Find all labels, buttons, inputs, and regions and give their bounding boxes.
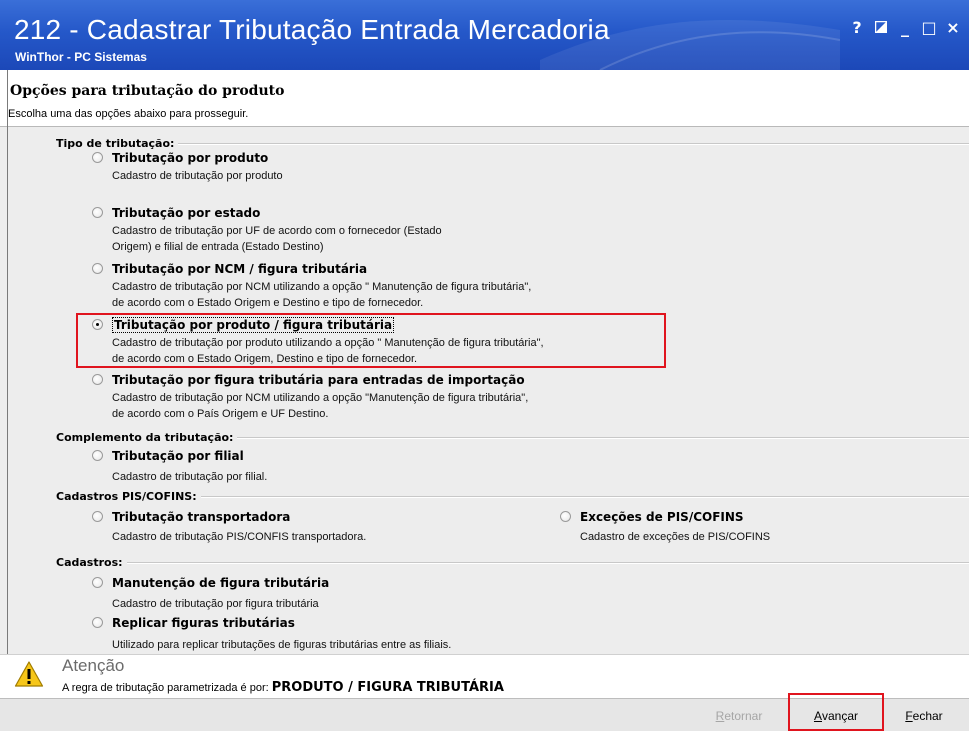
option-description: Cadastro de tributação por figura tribut… <box>112 596 319 612</box>
group-cadastros-pis-cofins: Cadastros PIS/COFINS: <box>56 490 969 503</box>
group-label: Tipo de tributação: <box>56 137 175 150</box>
desc-line: Cadastro de tributação por figura tribut… <box>112 598 319 610</box>
radio-button[interactable] <box>92 617 103 628</box>
wizard-header: Opções para tributação do produto Escolh… <box>0 70 969 127</box>
group-label: Cadastros PIS/COFINS: <box>56 490 197 503</box>
desc-line: Cadastro de tributação por produto <box>112 170 283 182</box>
radio-button[interactable] <box>92 450 103 461</box>
maximize-button[interactable]: □ <box>917 16 941 38</box>
restore-button[interactable] <box>869 16 893 38</box>
option-description: Cadastro de tributação por UF de acordo … <box>112 223 442 255</box>
desc-line: Cadastro de tributação por NCM utilizand… <box>112 392 529 404</box>
desc-line: Cadastro de tributação por filial. <box>112 471 268 483</box>
group-divider <box>178 142 969 145</box>
option-description: Utilizado para replicar tributações de f… <box>112 637 451 653</box>
group-divider <box>200 495 969 498</box>
close-button-mnemonic: F <box>905 709 913 723</box>
attention-message: A regra de tributação parametrizada é po… <box>62 682 272 694</box>
option-label[interactable]: Tributação por produto <box>112 151 268 165</box>
group-divider <box>237 436 969 439</box>
radio-button[interactable] <box>560 511 571 522</box>
left-border <box>7 70 8 731</box>
option-label[interactable]: Tributação por figura tributária para en… <box>112 373 525 387</box>
highlight-box-next-button <box>788 693 884 731</box>
group-label: Complemento da tributação: <box>56 431 234 444</box>
option-label[interactable]: Manutenção de figura tributária <box>112 576 329 590</box>
warning-icon <box>14 661 44 687</box>
desc-line: Origem) e filial de entrada (Estado Dest… <box>112 241 324 253</box>
help-button[interactable]: ? <box>845 16 869 38</box>
desc-line: Cadastro de tributação por UF de acordo … <box>112 225 442 237</box>
desc-line: Cadastro de tributação por NCM utilizand… <box>112 281 532 293</box>
title-bar[interactable]: 212 - Cadastrar Tributação Entrada Merca… <box>0 0 969 70</box>
group-cadastros: Cadastros: <box>56 556 969 569</box>
desc-line: Cadastro de tributação PIS/CONFIS transp… <box>112 531 367 543</box>
option-label[interactable]: Tributação por filial <box>112 449 244 463</box>
attention-title: Atenção <box>62 656 125 675</box>
option-description: Cadastro de exceções de PIS/COFINS <box>580 529 770 545</box>
option-label[interactable]: Tributação por NCM / figura tributária <box>112 262 367 276</box>
close-button-label: echar <box>912 709 943 723</box>
restore-icon <box>875 21 887 33</box>
option-description: Cadastro de tributação por filial. <box>112 469 267 485</box>
group-label: Cadastros: <box>56 556 123 569</box>
option-label[interactable]: Tributação por estado <box>112 206 260 220</box>
minimize-button[interactable]: _ <box>893 16 917 38</box>
back-button[interactable]: Retornar <box>700 705 778 727</box>
back-button-mnemonic: R <box>715 709 725 723</box>
radio-button[interactable] <box>92 374 103 385</box>
window-controls: ? _ □ × <box>845 16 965 38</box>
desc-line: Cadastro de exceções de PIS/COFINS <box>580 531 771 543</box>
window-title: 212 - Cadastrar Tributação Entrada Merca… <box>14 14 610 45</box>
desc-line: Utilizado para replicar tributações de f… <box>112 639 452 651</box>
group-tipo-tributacao: Tipo de tributação: <box>56 137 969 150</box>
option-label[interactable]: Exceções de PIS/COFINS <box>580 510 744 524</box>
attention-value: PRODUTO / FIGURA TRIBUTÁRIA <box>271 680 504 695</box>
header-subtitle: Escolha uma das opções abaixo para pross… <box>8 108 249 120</box>
attention-text: A regra de tributação parametrizada é po… <box>62 680 504 695</box>
option-description: Cadastro de tributação por produto <box>112 168 283 184</box>
option-description: Cadastro de tributação PIS/CONFIS transp… <box>112 529 366 545</box>
header-title: Opções para tributação do produto <box>10 83 285 99</box>
option-description: Cadastro de tributação por NCM utilizand… <box>112 390 528 422</box>
radio-button[interactable] <box>92 263 103 274</box>
option-description: Cadastro de tributação por NCM utilizand… <box>112 279 531 311</box>
desc-line: de acordo com o País Origem e UF Destino… <box>112 408 329 420</box>
window-subtitle: WinThor - PC Sistemas <box>15 50 147 64</box>
radio-button[interactable] <box>92 152 103 163</box>
group-complemento-tributacao: Complemento da tributação: <box>56 431 969 444</box>
app-window: 212 - Cadastrar Tributação Entrada Merca… <box>0 0 969 731</box>
close-dialog-button[interactable]: Fechar <box>888 705 960 727</box>
back-button-label: etornar <box>724 709 763 723</box>
radio-button[interactable] <box>92 207 103 218</box>
highlight-box-selected-option <box>76 313 666 368</box>
desc-line: de acordo com o Estado Origem e Destino … <box>112 297 424 309</box>
option-label[interactable]: Tributação transportadora <box>112 510 290 524</box>
radio-button[interactable] <box>92 511 103 522</box>
radio-button[interactable] <box>92 577 103 588</box>
group-divider <box>126 561 969 564</box>
close-button[interactable]: × <box>941 16 965 38</box>
option-label[interactable]: Replicar figuras tributárias <box>112 616 295 630</box>
